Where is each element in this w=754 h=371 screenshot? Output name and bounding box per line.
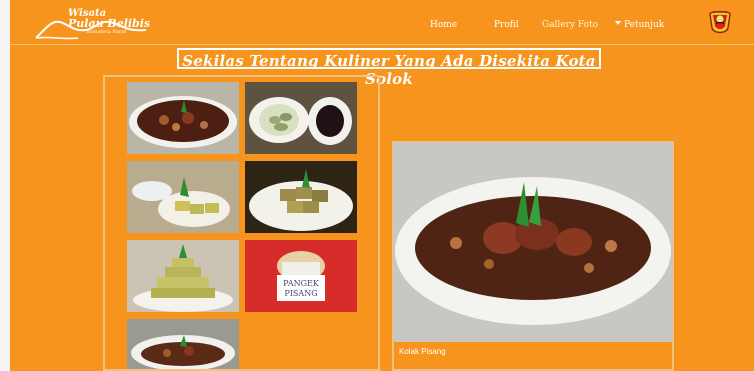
thumb-label-line1: PANGEK (283, 279, 320, 288)
partial-dessert-image (127, 319, 239, 369)
layered-cakes-image (245, 161, 357, 233)
pangek-pisang-image: PANGEK PISANG (245, 240, 357, 312)
green-cakes-image (245, 82, 357, 154)
gallery-thumb-5[interactable] (127, 240, 239, 312)
gallery-thumb-2[interactable] (245, 82, 357, 154)
nav-petunjuk[interactable]: Petunjuk (624, 20, 664, 30)
brand-logo[interactable]: Wisata Pulau Belibis Sumatera Barat (34, 8, 152, 42)
featured-caption: Kolak Pisang (399, 347, 446, 356)
gallery-thumb-1[interactable] (127, 82, 239, 154)
nav-home[interactable]: Home (430, 20, 457, 30)
gallery-thumb-7[interactable] (127, 319, 239, 369)
thumb-label-line2: PISANG (284, 289, 317, 298)
dessert-bowl-image (127, 82, 239, 154)
featured-dessert-image (393, 142, 673, 342)
gallery-grid: PANGEK PISANG (103, 75, 380, 371)
emblem-icon (707, 8, 733, 38)
brand-title: Wisata Pulau Belibis Sumatera Barat (68, 8, 150, 35)
nav-profil[interactable]: Profil (494, 20, 519, 30)
cake-tower-image (127, 240, 239, 312)
green-snacks-image (127, 161, 239, 233)
nav-gallery-foto[interactable]: Gallery Foto (542, 20, 598, 30)
page-title-frame: Sekilas Tentang Kuliner Yang Ada Disekit… (177, 48, 601, 88)
page-edge (0, 0, 10, 371)
featured-photo[interactable] (393, 142, 673, 342)
gallery-thumb-3[interactable] (127, 161, 239, 233)
gallery-thumb-6[interactable]: PANGEK PISANG (245, 240, 357, 312)
top-navbar: Wisata Pulau Belibis Sumatera Barat Home… (10, 0, 754, 45)
gallery-thumb-4[interactable] (245, 161, 357, 233)
chevron-down-icon[interactable] (615, 21, 621, 25)
